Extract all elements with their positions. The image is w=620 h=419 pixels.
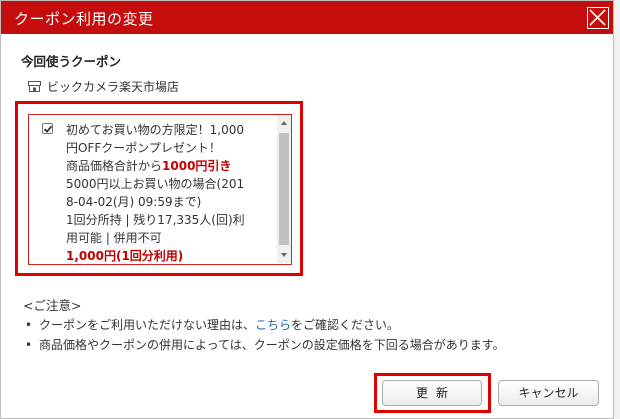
scroll-up-icon[interactable] xyxy=(281,121,287,125)
list-item: • クーポンをご利用いただけない理由は、 こちら をご確認ください。 xyxy=(25,315,505,335)
notice-item1-prefix: クーポンをご利用いただけない理由は、 xyxy=(39,318,256,332)
coupon-line: 1回分所持 | 残り17,335人(回)利 xyxy=(66,213,245,227)
notice-item1-suffix: をご確認ください。 xyxy=(291,318,400,332)
coupon-line: 5000円以上お買い物の場合(201 xyxy=(66,177,245,191)
notice-heading: <ご注意> xyxy=(23,298,82,313)
coupon-line: 8-04-02(月) 09:59まで) xyxy=(66,195,202,209)
shop-name: ビックカメラ楽天市場店 xyxy=(47,80,180,94)
shop-line: ビックカメラ楽天市場店 xyxy=(28,78,179,95)
bullet-icon: • xyxy=(25,338,33,352)
coupon-discount-line: 商品価格合計から1000円引き xyxy=(66,157,273,175)
current-coupon-heading: 今回使うクーポン xyxy=(21,54,122,69)
shop-icon xyxy=(28,81,41,92)
close-button[interactable] xyxy=(587,7,609,29)
notice-item2: 商品価格やクーポンの併用によっては、クーポンの設定価格を下回る場合があります。 xyxy=(39,338,505,352)
close-icon xyxy=(589,9,606,26)
coupon-discount-amount: 1000円引き xyxy=(162,159,232,173)
update-button[interactable]: 更新 xyxy=(382,380,482,406)
coupon-scrollbar[interactable] xyxy=(277,115,291,263)
coupon-highlight-frame: 初めてお買い物の方限定！1,000 円OFFクーポンプレゼント！ 商品価格合計か… xyxy=(15,101,303,276)
coupon-discount-prefix: 商品価格合計から xyxy=(66,159,163,173)
coupon-details: 初めてお買い物の方限定！1,000 円OFFクーポンプレゼント！ 商品価格合計か… xyxy=(66,121,273,264)
bullet-icon: • xyxy=(25,318,33,332)
cancel-button[interactable]: キャンセル xyxy=(498,380,599,406)
checkmark-icon xyxy=(43,125,53,133)
scroll-thumb[interactable] xyxy=(279,133,289,245)
reasons-link[interactable]: こちら xyxy=(255,315,291,335)
coupon-box: 初めてお買い物の方限定！1,000 円OFFクーポンプレゼント！ 商品価格合計か… xyxy=(28,114,292,265)
scroll-down-icon[interactable] xyxy=(281,253,287,257)
notice-list: • クーポンをご利用いただけない理由は、 こちら をご確認ください。 • 商品価… xyxy=(25,315,505,355)
coupon-line: 円OFFクーポンプレゼント！ xyxy=(66,141,221,155)
list-item: • 商品価格やクーポンの併用によっては、クーポンの設定価格を下回る場合があります… xyxy=(25,335,505,355)
dialog-titlebar: クーポン利用の変更 xyxy=(1,1,613,34)
coupon-line: 用可能 | 併用不可 xyxy=(66,231,162,245)
coupon-line: 初めてお買い物の方限定！1,000 xyxy=(66,123,244,137)
coupon-checkbox[interactable] xyxy=(42,123,53,134)
dialog-title: クーポン利用の変更 xyxy=(14,10,154,28)
coupon-change-dialog: クーポン利用の変更 今回使うクーポン ビックカメラ楽天市場店 初めてお買い物の方… xyxy=(0,0,614,419)
coupon-usage-amount: 1,000円(1回分利用) xyxy=(66,249,184,263)
